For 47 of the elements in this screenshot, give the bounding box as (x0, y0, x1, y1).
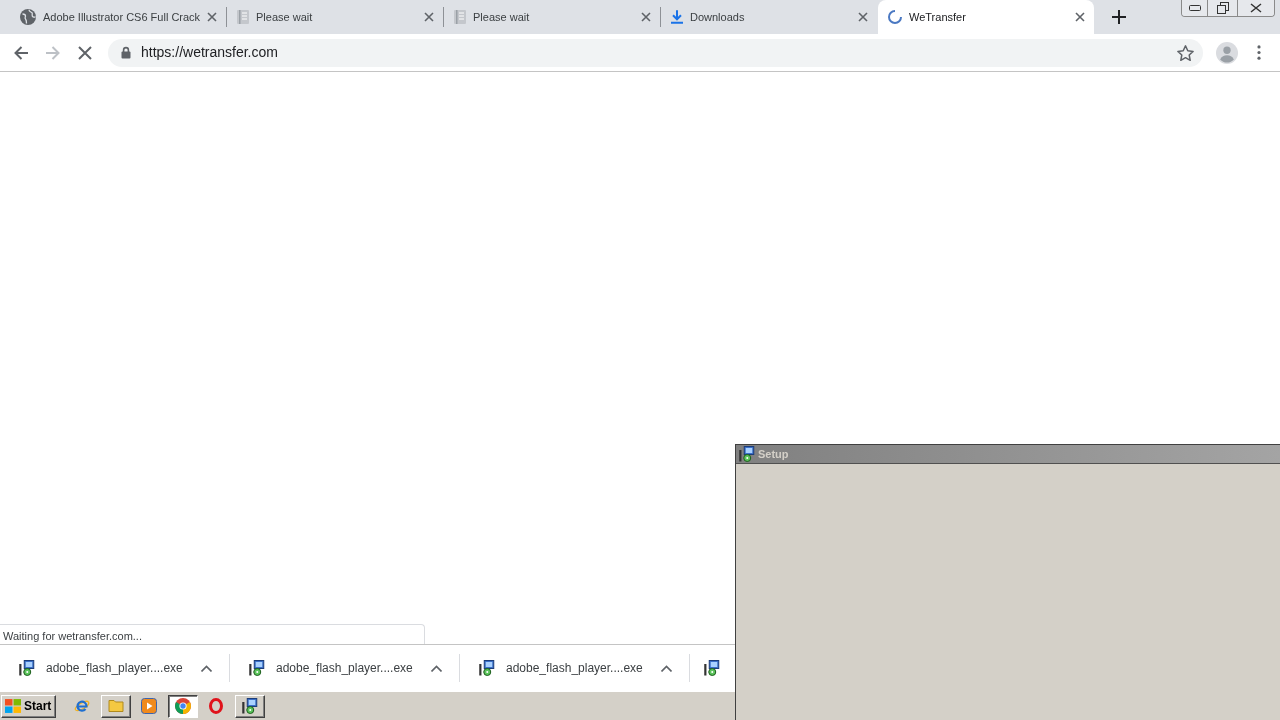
window-title: Setup (758, 446, 789, 462)
close-icon (1250, 3, 1262, 13)
caret-icon[interactable] (201, 664, 212, 672)
start-button[interactable]: Start (1, 694, 57, 718)
avatar-icon[interactable] (1216, 41, 1238, 64)
computer-disc-icon (249, 660, 265, 676)
menu-icon[interactable] (1257, 45, 1261, 60)
star-icon[interactable] (1177, 44, 1194, 61)
close-icon[interactable] (424, 12, 434, 22)
browser-tab[interactable]: Adobe Illustrator CS6 Full Crack (10, 0, 226, 34)
computer-disc-icon (479, 660, 495, 676)
browser-tab[interactable]: Downloads (661, 0, 877, 34)
browser-tab[interactable]: Please wait (444, 0, 660, 34)
flag-icon (5, 699, 21, 713)
stop-icon (78, 45, 92, 60)
circle-logo-icon (174, 698, 191, 714)
download-item[interactable]: adobe_flash_player....exe (230, 645, 459, 691)
address-field[interactable]: https://wetransfer.com (108, 38, 1203, 67)
close-icon[interactable] (641, 12, 651, 22)
minimize-button[interactable] (1182, 0, 1207, 16)
status-text: Waiting for wetransfer.com... (0, 624, 425, 644)
close-icon[interactable] (858, 12, 868, 22)
e-logo-icon[interactable] (74, 698, 91, 714)
caret-icon[interactable] (431, 664, 442, 672)
plus-icon[interactable] (1112, 10, 1126, 24)
computer-disc-icon[interactable] (704, 660, 720, 676)
back-arrow-icon (13, 44, 29, 61)
taskbar-button[interactable] (167, 694, 198, 718)
close-icon[interactable] (207, 12, 217, 22)
forward-arrow-icon (45, 44, 61, 61)
lock-icon (121, 46, 131, 59)
play-icon[interactable] (141, 698, 158, 714)
restore-button[interactable] (1207, 0, 1237, 16)
folder-icon (107, 700, 124, 712)
computer-disc-icon (241, 698, 258, 714)
download-item[interactable]: adobe_flash_player....exe (460, 645, 689, 691)
close-button[interactable] (1237, 0, 1274, 16)
computer-disc-icon (19, 660, 35, 676)
minimize-icon (1188, 5, 1201, 11)
download-item[interactable]: adobe_flash_player....exe (0, 645, 229, 691)
close-icon[interactable] (1075, 12, 1085, 22)
computer-disc-icon (739, 446, 755, 462)
browser-tab[interactable]: WeTransfer (878, 0, 1094, 34)
restore-icon (1216, 2, 1229, 14)
browser-tab[interactable]: Please wait (227, 0, 443, 34)
caret-icon[interactable] (661, 664, 672, 672)
o-logo-icon[interactable] (209, 698, 224, 714)
